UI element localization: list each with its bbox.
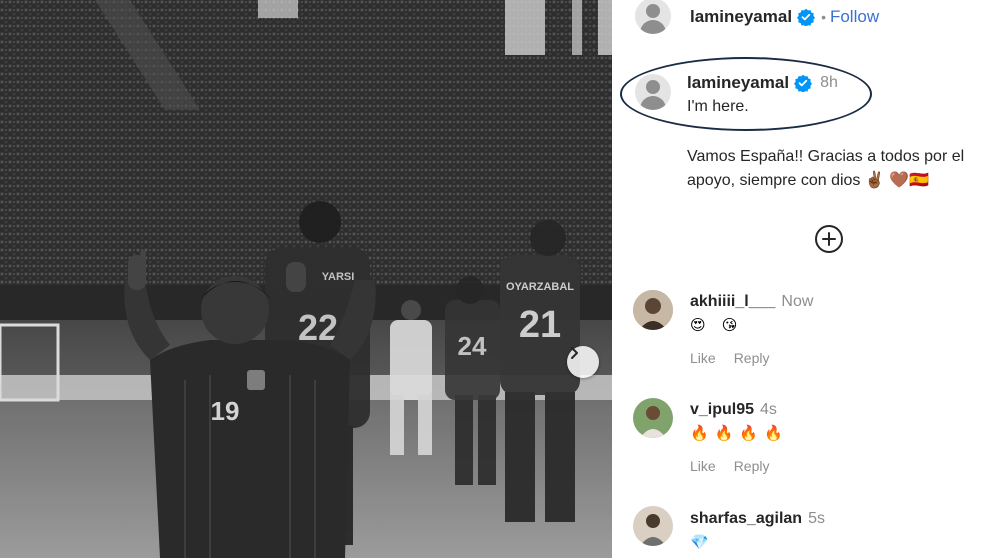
comment-username[interactable]: sharfas_agilan — [690, 510, 802, 528]
comment-actions: Like Reply — [690, 350, 769, 366]
comment-text: 💎 — [690, 534, 715, 551]
commenter-avatar[interactable] — [633, 398, 673, 438]
like-button[interactable]: Like — [690, 350, 716, 366]
comment-header: v_ipul95 4s — [690, 401, 777, 419]
comment-username[interactable]: akhiiii_l___ — [690, 293, 775, 311]
photo-illustration: 21 OYARZABAL 24 22 YARSI — [0, 0, 612, 558]
caption-author-avatar[interactable] — [635, 74, 671, 110]
comment-header: sharfas_agilan 5s — [690, 510, 825, 528]
load-more-comments-button[interactable] — [815, 225, 843, 253]
comment-time: 5s — [808, 510, 825, 527]
comment-text: 😍 😘 — [690, 317, 744, 334]
comment-time: Now — [781, 293, 814, 310]
follow-button[interactable]: Follow — [830, 7, 879, 27]
comment-username[interactable]: v_ipul95 — [690, 401, 754, 419]
caption-line-1: I'm here. — [687, 98, 749, 115]
post-sidebar: lamineyamal • Follow lamineyamal 8h I'm … — [612, 0, 992, 558]
author-username[interactable]: lamineyamal — [690, 7, 792, 27]
avatar-photo — [633, 506, 673, 546]
avatar-photo — [633, 290, 673, 330]
comment-header: akhiiii_l___ Now — [690, 293, 813, 311]
reply-button[interactable]: Reply — [734, 458, 770, 474]
comment-text: 🔥🔥🔥🔥 — [690, 425, 789, 442]
avatar-photo — [633, 398, 673, 438]
caption-header: lamineyamal 8h — [687, 73, 838, 93]
comment-actions: Like Reply — [690, 458, 769, 474]
separator-dot: • — [821, 9, 826, 25]
caption-line-2: Vamos España!! Gracias a todos por el ap… — [687, 148, 965, 189]
reply-button[interactable]: Reply — [734, 350, 770, 366]
chevron-right-icon — [571, 347, 578, 359]
commenter-avatar[interactable] — [633, 290, 673, 330]
caption-time: 8h — [820, 74, 838, 91]
comment-time: 4s — [760, 401, 777, 418]
verified-badge-icon — [794, 74, 813, 92]
post-photo[interactable]: 21 OYARZABAL 24 22 YARSI — [0, 0, 612, 558]
commenter-avatar[interactable] — [633, 506, 673, 546]
verified-badge-icon — [797, 8, 816, 26]
post-header: lamineyamal • Follow — [635, 0, 879, 34]
caption-author-username[interactable]: lamineyamal — [687, 73, 789, 93]
plus-icon — [822, 232, 836, 246]
next-photo-button[interactable] — [567, 346, 599, 378]
like-button[interactable]: Like — [690, 458, 716, 474]
